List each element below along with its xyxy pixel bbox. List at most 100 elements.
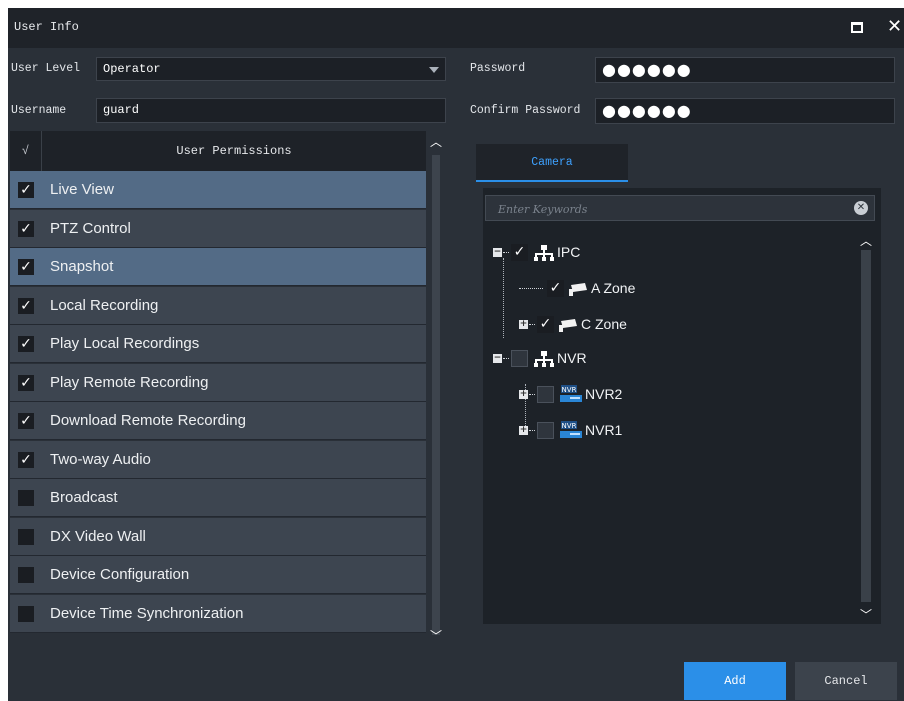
user-level-select[interactable]: Operator xyxy=(96,57,446,81)
tree-node-c-zone[interactable]: + ✓ C Zone xyxy=(519,314,719,336)
search-placeholder: Enter Keywords xyxy=(498,203,588,216)
permission-row[interactable]: ✓ Two-way Audio xyxy=(10,440,426,479)
nvr-icon-text: NVR xyxy=(562,422,577,430)
scroll-down-icon[interactable]: ﹀ xyxy=(860,606,872,623)
permission-checkbox[interactable] xyxy=(18,567,34,583)
clear-icon[interactable]: ✕ xyxy=(854,201,868,215)
permission-row[interactable]: Device Configuration xyxy=(10,556,426,594)
password-label: Password xyxy=(470,62,526,75)
permission-row[interactable]: ✓ Live View xyxy=(10,171,426,209)
permission-checkbox[interactable]: ✓ xyxy=(18,220,34,237)
username-label: Username xyxy=(11,104,67,117)
permissions-scrollbar[interactable]: ︿ ﹀ xyxy=(426,131,446,648)
collapse-icon[interactable]: − xyxy=(493,248,502,257)
nvr2-checkbox[interactable] xyxy=(537,386,554,403)
username-input[interactable]: guard xyxy=(96,98,446,123)
permission-label: DX Video Wall xyxy=(50,527,146,545)
network-icon xyxy=(534,351,554,367)
permission-row[interactable]: Broadcast xyxy=(10,479,426,517)
nvr-checkbox[interactable] xyxy=(511,350,528,367)
tree-node-nvr2[interactable]: + NVR NVR2 xyxy=(519,384,719,406)
permission-row[interactable]: ✓ Play Remote Recording xyxy=(10,363,426,402)
permission-checkbox[interactable]: ✓ xyxy=(18,413,34,429)
tree-node-label: NVR xyxy=(557,350,587,366)
scroll-down-icon[interactable]: ﹀ xyxy=(430,630,442,642)
confirm-password-input[interactable]: ●●●●●● xyxy=(595,98,895,124)
permission-checkbox[interactable]: ✓ xyxy=(18,297,34,314)
nvr1-checkbox[interactable] xyxy=(537,422,554,439)
camera-icon xyxy=(559,319,577,332)
password-input[interactable]: ●●●●●● xyxy=(595,57,895,83)
title-bar: User Info ✕ xyxy=(8,8,904,48)
tree-connector xyxy=(529,394,535,395)
chevron-down-icon[interactable] xyxy=(429,67,439,73)
permission-checkbox[interactable] xyxy=(18,490,34,506)
tree-connector xyxy=(529,324,535,325)
c-zone-checkbox[interactable]: ✓ xyxy=(537,316,554,333)
user-level-value: Operator xyxy=(103,62,161,76)
permission-row[interactable]: ✓ Local Recording xyxy=(10,286,426,325)
tree-node-label: C Zone xyxy=(581,316,627,332)
permission-label: PTZ Control xyxy=(50,219,131,237)
cancel-button[interactable]: Cancel xyxy=(795,662,897,700)
permission-row[interactable]: ✓ PTZ Control xyxy=(10,209,426,248)
collapse-icon[interactable]: − xyxy=(493,354,502,363)
permission-checkbox[interactable]: ✓ xyxy=(18,259,34,275)
tree-node-label: NVR2 xyxy=(585,386,623,402)
scroll-up-icon[interactable]: ︿ xyxy=(430,136,442,148)
add-button[interactable]: Add xyxy=(684,662,786,700)
permissions-header-title: User Permissions xyxy=(176,144,292,158)
permission-label: Play Remote Recording xyxy=(50,373,209,391)
permission-checkbox[interactable]: ✓ xyxy=(18,374,34,391)
tree-node-label: IPC xyxy=(557,244,581,260)
select-all-checkbox[interactable]: √ xyxy=(10,131,42,171)
permission-label: Play Local Recordings xyxy=(50,335,200,352)
tree-node-nvr1[interactable]: + NVR NVR1 xyxy=(519,420,719,442)
permission-label: Device Time Synchronization xyxy=(50,604,244,622)
tree-node-label: NVR1 xyxy=(585,422,623,438)
scrollbar-thumb[interactable] xyxy=(432,155,440,635)
permission-label: Live View xyxy=(50,181,114,198)
permission-checkbox[interactable]: ✓ xyxy=(18,451,34,468)
permissions-table: √ User Permissions ✓ Live View ✓ PTZ Contro… xyxy=(10,131,426,648)
keyword-search-input[interactable]: Enter Keywords ✕ xyxy=(485,195,875,221)
tree-node-nvr[interactable]: − NVR xyxy=(493,348,693,370)
permission-checkbox[interactable] xyxy=(18,605,34,622)
close-icon[interactable]: ✕ xyxy=(887,17,902,37)
permission-label: Device Configuration xyxy=(50,566,190,583)
permission-row[interactable]: ✓ Snapshot xyxy=(10,248,426,286)
tree-node-ipc[interactable]: − ✓ IPC xyxy=(493,242,693,264)
permission-checkbox[interactable] xyxy=(18,528,34,545)
permission-checkbox[interactable]: ✓ xyxy=(18,182,34,198)
tree-connector xyxy=(503,358,509,359)
nvr-device-icon: NVR xyxy=(560,385,582,402)
user-level-label: User Level xyxy=(11,62,81,75)
scroll-up-icon[interactable]: ︿ xyxy=(860,232,872,249)
permission-row[interactable]: ✓ Play Local Recordings xyxy=(10,325,426,363)
expand-icon[interactable]: + xyxy=(519,426,528,435)
permissions-header: √ User Permissions xyxy=(10,131,426,171)
permission-label: Download Remote Recording xyxy=(50,412,246,429)
tree-scrollbar[interactable]: ︿ ﹀ xyxy=(854,228,876,624)
tab-camera[interactable]: Camera xyxy=(476,144,628,182)
maximize-icon[interactable] xyxy=(851,22,863,33)
a-zone-checkbox[interactable]: ✓ xyxy=(547,280,564,297)
tree-node-a-zone[interactable]: ✓ A Zone xyxy=(519,278,719,300)
tree-connector xyxy=(529,430,535,431)
device-tree-panel: Enter Keywords ✕ − ✓ IPC ✓ A Zone + ✓ C … xyxy=(483,188,881,624)
expand-icon[interactable]: + xyxy=(519,390,528,399)
confirm-password-label: Confirm Password xyxy=(470,104,581,117)
ipc-checkbox[interactable]: ✓ xyxy=(511,244,528,261)
network-icon xyxy=(534,245,554,261)
camera-icon xyxy=(569,283,587,296)
permission-label: Snapshot xyxy=(50,258,114,275)
permission-row[interactable]: ✓ Download Remote Recording xyxy=(10,402,426,440)
permission-row[interactable]: Device Time Synchronization xyxy=(10,594,426,633)
permission-label: Two-way Audio xyxy=(50,450,151,468)
scrollbar-track[interactable] xyxy=(861,250,871,602)
permission-label: Local Recording xyxy=(50,296,159,314)
permission-checkbox[interactable]: ✓ xyxy=(18,336,34,352)
expand-icon[interactable]: + xyxy=(519,320,528,329)
nvr-device-icon: NVR xyxy=(560,421,582,438)
permission-row[interactable]: DX Video Wall xyxy=(10,517,426,556)
